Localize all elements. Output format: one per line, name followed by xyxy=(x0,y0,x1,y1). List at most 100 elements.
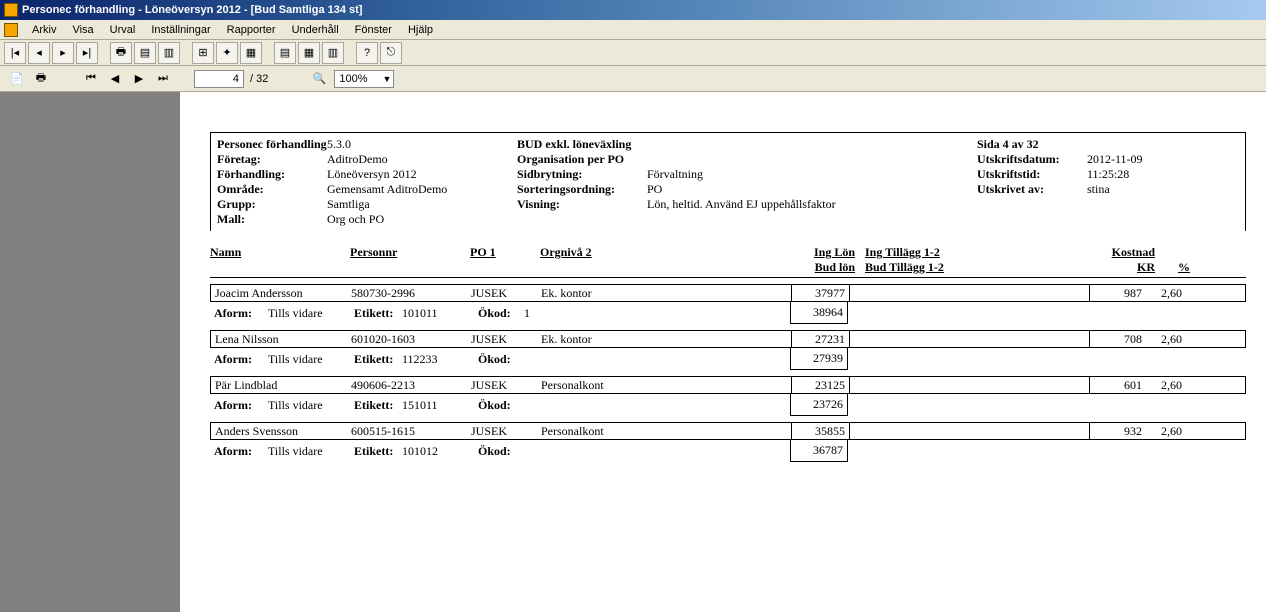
nav-next-icon[interactable]: ▶ xyxy=(130,70,148,88)
chevron-down-icon: ▼ xyxy=(382,74,391,84)
print2-icon[interactable]: 🖶 xyxy=(32,70,50,88)
hdr-sida: Sida 4 av 32 xyxy=(977,137,1087,152)
cell-etikett: 151011 xyxy=(402,398,474,413)
col-kostnad: Kostnad KR xyxy=(1095,245,1155,275)
cell-tillagg xyxy=(849,331,1089,347)
hdr-av-v: stina xyxy=(1087,182,1110,197)
cell-tillagg xyxy=(849,423,1089,439)
cell-pnr: 490606-2213 xyxy=(351,378,471,393)
cell-etikett: 101012 xyxy=(402,444,474,459)
tool2-icon[interactable]: ✦ xyxy=(216,42,238,64)
hdr-grupp-v: Samtliga xyxy=(327,197,370,212)
hdr-foretag-v: AditroDemo xyxy=(327,152,388,167)
hdr-sort-v: PO xyxy=(647,182,662,197)
menu-hjälp[interactable]: Hjälp xyxy=(400,22,441,38)
cell-pnr: 600515-1615 xyxy=(351,424,471,439)
cell-pct: 2,60 xyxy=(1146,286,1186,301)
grid2-icon[interactable]: ▦ xyxy=(298,42,320,64)
cell-po1: JUSEK xyxy=(471,424,541,439)
col-po1: PO 1 xyxy=(470,245,540,275)
exit-icon[interactable]: ⎋ xyxy=(380,42,402,64)
hdr-mid-r2: Organisation per PO xyxy=(517,152,647,167)
cell-org2: Ek. kontor xyxy=(541,286,791,301)
nav-first-icon[interactable]: ⏮ xyxy=(82,70,100,88)
hdr-forh-l: Förhandling: xyxy=(217,167,327,182)
cell-po1: JUSEK xyxy=(471,332,541,347)
cell-kost: 601 xyxy=(1089,377,1146,393)
report-header-box: Personec förhandling5.3.0 Företag:Aditro… xyxy=(210,132,1246,231)
cell-tillagg xyxy=(849,377,1089,393)
zoom-select[interactable]: 100% ▼ xyxy=(334,70,394,88)
cell-budlon: 36787 xyxy=(790,440,848,462)
cell-pct: 2,60 xyxy=(1146,332,1186,347)
col-pct: % xyxy=(1155,245,1190,275)
lab-okod: Ökod: xyxy=(474,398,524,413)
hdr-sid-l: Sidbrytning: xyxy=(517,167,647,182)
menu-underhåll[interactable]: Underhåll xyxy=(284,22,347,38)
grid3-icon[interactable]: ▥ xyxy=(322,42,344,64)
print-icon[interactable]: 🖶 xyxy=(110,42,132,64)
last-rec-icon[interactable]: ▸| xyxy=(76,42,98,64)
cell-po1: JUSEK xyxy=(471,378,541,393)
nav-prev-icon[interactable]: ◀ xyxy=(106,70,124,88)
menu-bar: ArkivVisaUrvalInställningarRapporterUnde… xyxy=(0,20,1266,40)
entry-row: Joacim Andersson580730-2996JUSEKEk. kont… xyxy=(210,284,1246,324)
prev-rec-icon[interactable]: ◂ xyxy=(28,42,50,64)
cell-aform: Tills vidare xyxy=(268,444,350,459)
tool1-icon[interactable]: ⊞ xyxy=(192,42,214,64)
hdr-title-label: Personec förhandling xyxy=(217,137,327,152)
cell-inglon: 35855 xyxy=(791,423,849,439)
sheet-icon[interactable]: ▥ xyxy=(158,42,180,64)
menu-urval[interactable]: Urval xyxy=(102,22,144,38)
hdr-dat-l: Utskriftsdatum: xyxy=(977,152,1087,167)
cell-inglon: 23125 xyxy=(791,377,849,393)
report-page: Personec förhandling5.3.0 Företag:Aditro… xyxy=(180,92,1266,612)
lab-etikett: Etikett: xyxy=(350,352,402,367)
main-toolbar: |◂ ◂ ▸ ▸| 🖶 ▤ ▥ ⊞ ✦ ▦ ▤ ▦ ▥ ? ⎋ xyxy=(0,40,1266,66)
menu-visa[interactable]: Visa xyxy=(64,22,101,38)
hdr-vis-v: Lön, heltid. Använd EJ uppehållsfaktor xyxy=(647,197,836,212)
next-rec-icon[interactable]: ▸ xyxy=(52,42,74,64)
lab-aform: Aform: xyxy=(210,306,268,321)
col-namn: Namn xyxy=(210,245,350,275)
menu-fönster[interactable]: Fönster xyxy=(347,22,400,38)
cell-okod: 1 xyxy=(524,306,790,321)
hdr-av-l: Utskrivet av: xyxy=(977,182,1087,197)
first-rec-icon[interactable]: |◂ xyxy=(4,42,26,64)
export-icon[interactable]: 📄 xyxy=(8,70,26,88)
cell-inglon: 37977 xyxy=(791,285,849,301)
cell-name: Anders Svensson xyxy=(211,424,351,439)
cell-name: Pär Lindblad xyxy=(211,378,351,393)
hdr-title-ver: 5.3.0 xyxy=(327,137,351,152)
tool3-icon[interactable]: ▦ xyxy=(240,42,262,64)
hdr-tid-v: 11:25:28 xyxy=(1087,167,1129,182)
menu-arkiv[interactable]: Arkiv xyxy=(24,22,64,38)
cell-etikett: 101011 xyxy=(402,306,474,321)
cell-pnr: 580730-2996 xyxy=(351,286,471,301)
entry-row: Anders Svensson600515-1615JUSEKPersonalk… xyxy=(210,422,1246,462)
cell-aform: Tills vidare xyxy=(268,352,350,367)
document-icon xyxy=(4,23,18,37)
hdr-omr-v: Gemensamt AditroDemo xyxy=(327,182,447,197)
find-icon[interactable]: 🔍 xyxy=(310,70,328,88)
col-inglon: Ing Lön Bud lön xyxy=(790,245,855,275)
page-number-input[interactable] xyxy=(194,70,244,88)
window-title: Personec förhandling - Löneöversyn 2012 … xyxy=(22,4,362,16)
entry-row: Lena Nilsson601020-1603JUSEKEk. kontor27… xyxy=(210,330,1246,370)
grid1-icon[interactable]: ▤ xyxy=(274,42,296,64)
hdr-tid-l: Utskriftstid: xyxy=(977,167,1087,182)
viewer-gutter xyxy=(0,92,180,612)
cell-name: Joacim Andersson xyxy=(211,286,351,301)
help-icon[interactable]: ? xyxy=(356,42,378,64)
lab-etikett: Etikett: xyxy=(350,306,402,321)
report-viewer: Personec förhandling5.3.0 Företag:Aditro… xyxy=(0,92,1266,612)
cell-kost: 708 xyxy=(1089,331,1146,347)
nav-last-icon[interactable]: ⏭ xyxy=(154,70,172,88)
menu-inställningar[interactable]: Inställningar xyxy=(143,22,218,38)
col-tillagg: Ing Tillägg 1-2 Bud Tillägg 1-2 xyxy=(855,245,1095,275)
menu-rapporter[interactable]: Rapporter xyxy=(219,22,284,38)
cell-budlon: 23726 xyxy=(790,394,848,416)
lab-aform: Aform: xyxy=(210,352,268,367)
cell-po1: JUSEK xyxy=(471,286,541,301)
doc-icon[interactable]: ▤ xyxy=(134,42,156,64)
